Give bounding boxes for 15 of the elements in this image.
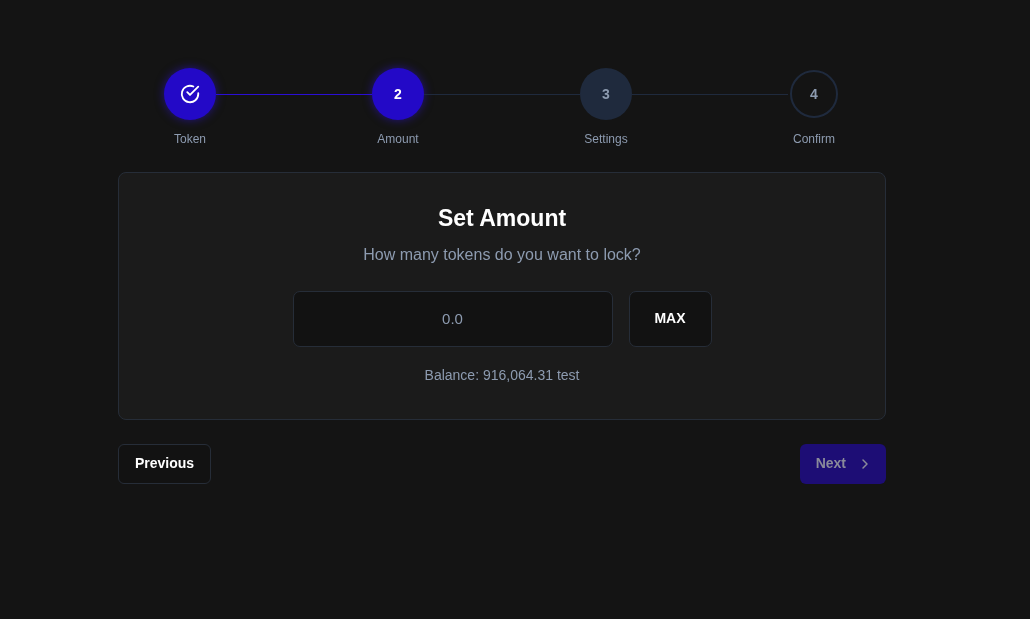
step-number: 3 bbox=[580, 68, 632, 120]
chevron-right-icon bbox=[860, 457, 870, 470]
step-label: Amount bbox=[377, 131, 419, 148]
step-label: Confirm bbox=[793, 131, 835, 148]
balance-text: Balance: 916,064.31 test bbox=[423, 365, 581, 385]
max-button[interactable]: MAX bbox=[628, 290, 712, 347]
step-label: Settings bbox=[584, 131, 628, 148]
card-subtitle: How many tokens do you want to lock? bbox=[362, 244, 642, 265]
check-icon bbox=[179, 83, 201, 105]
previous-button[interactable]: Previous bbox=[118, 443, 212, 484]
step-number: 4 bbox=[790, 70, 838, 118]
step-label: Token bbox=[174, 131, 206, 148]
step-number: 2 bbox=[372, 68, 424, 120]
amount-field[interactable]: 0.0 bbox=[292, 290, 613, 347]
card-title: Set Amount bbox=[436, 205, 568, 233]
